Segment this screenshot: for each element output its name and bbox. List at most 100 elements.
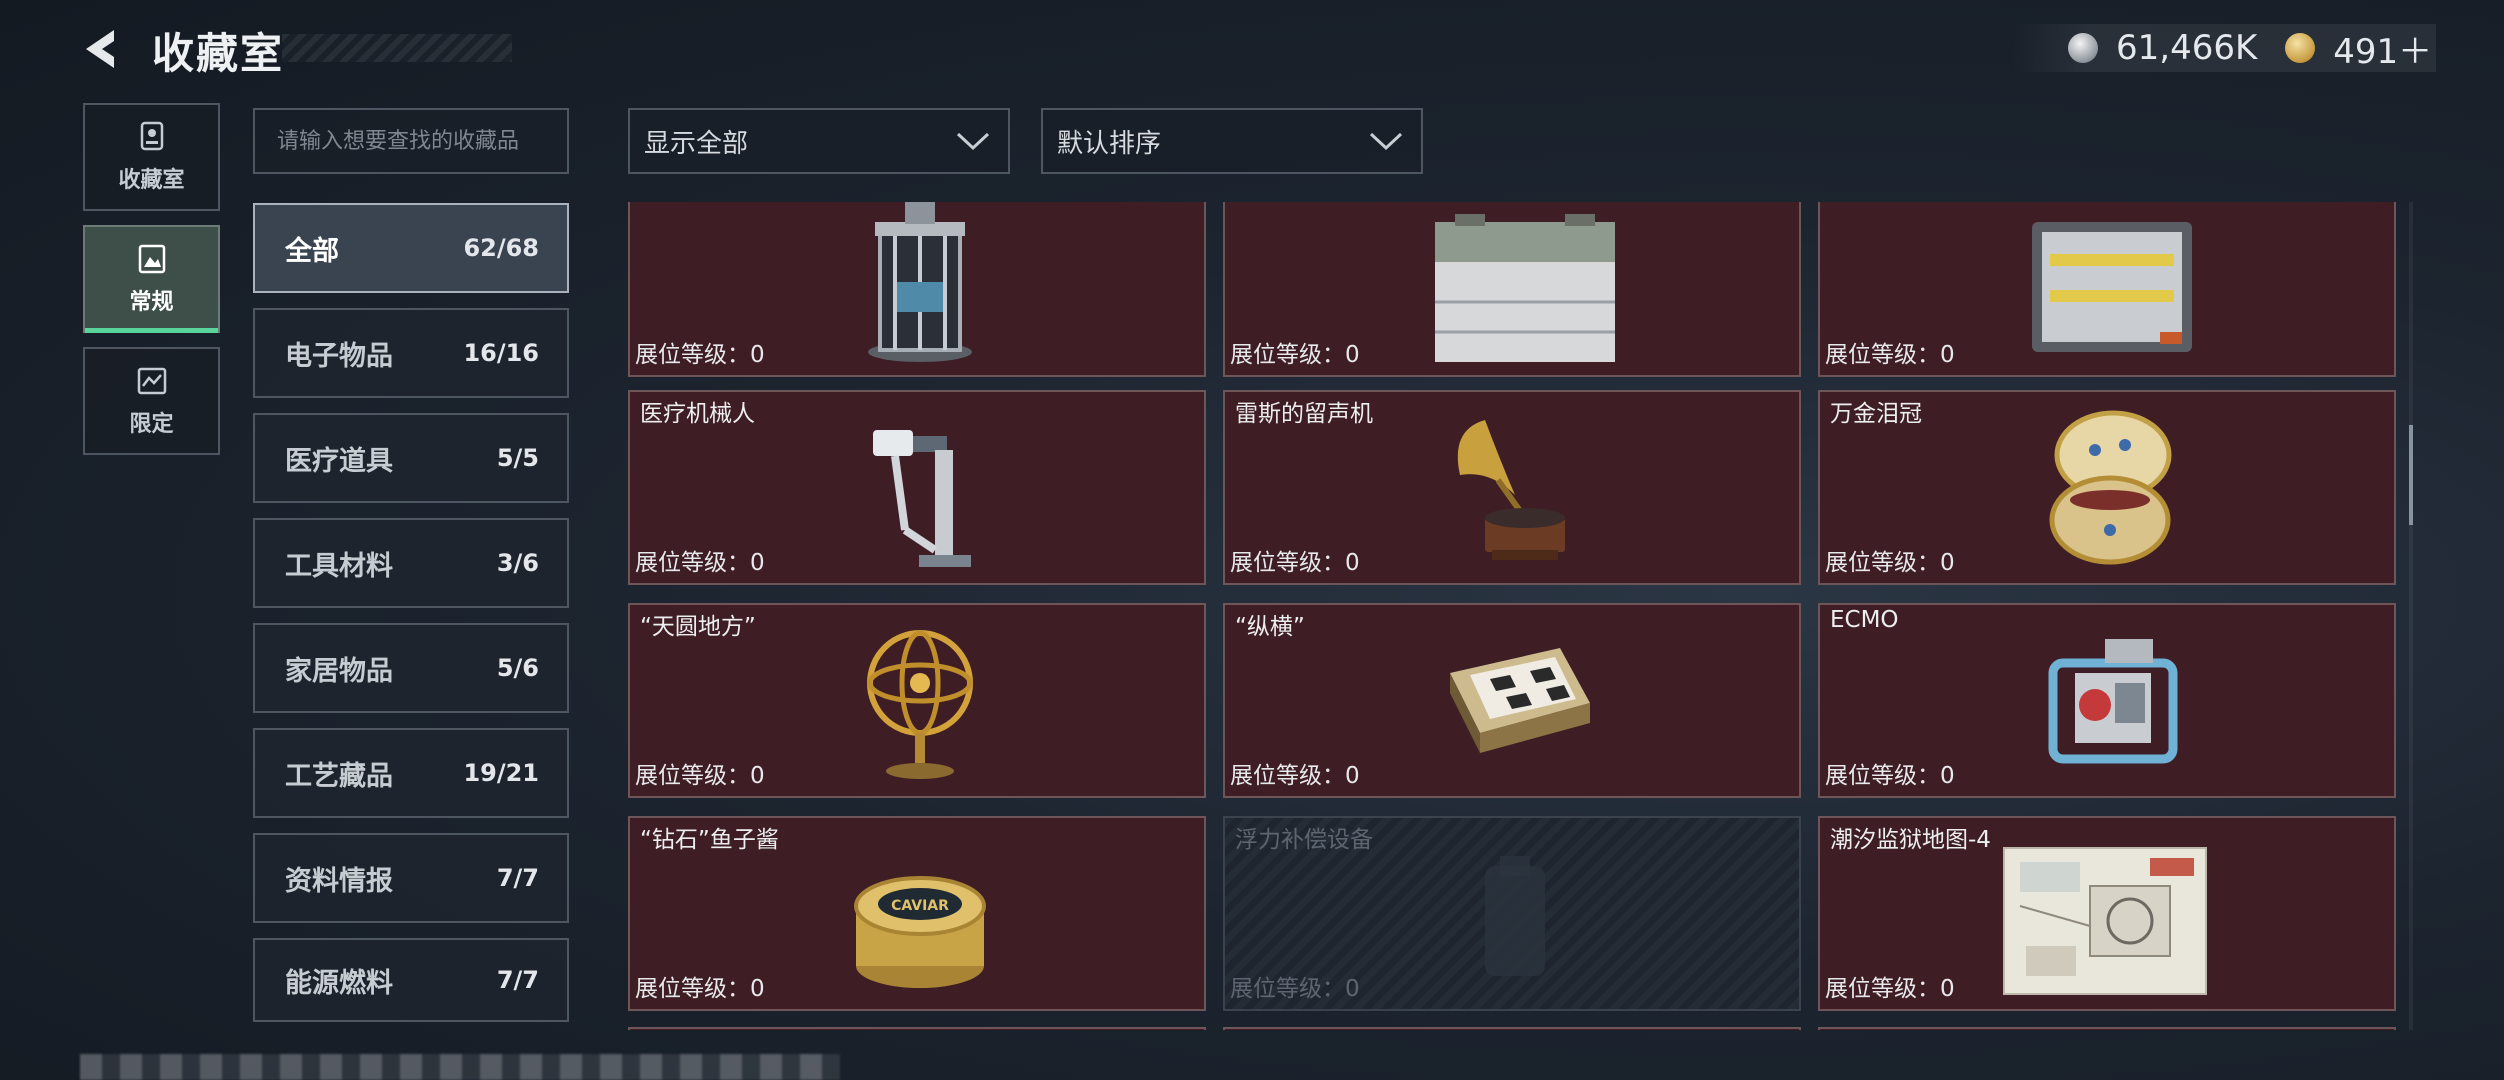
category-count: 3/6	[496, 549, 539, 577]
item-name: 雷斯的留声机	[1235, 401, 1373, 427]
item-name: 医疗机械人	[640, 401, 755, 427]
filter-dropdown-label: 显示全部	[644, 128, 749, 159]
category-count: 19/21	[463, 759, 539, 787]
chevron-down-icon	[1369, 132, 1403, 151]
gramophone-icon	[1457, 420, 1565, 560]
scrollbar-track[interactable]	[2409, 202, 2413, 1030]
category-name: 资料情报	[285, 865, 393, 897]
category-count: 7/7	[496, 966, 539, 994]
item-level: 展位等级：0	[1230, 342, 1360, 368]
back-button[interactable]	[80, 26, 126, 72]
category-name: 工艺藏品	[285, 760, 393, 792]
medical-robot-icon	[873, 430, 971, 567]
category-count: 62/68	[463, 234, 539, 262]
item-name: “钻石”鱼子酱	[640, 827, 779, 853]
ecmo-machine-icon	[2048, 639, 2178, 764]
category-crafts[interactable]: 工艺藏品 19/21	[253, 728, 569, 818]
category-name: 工具材料	[285, 550, 393, 582]
blurred-footer	[80, 1054, 840, 1080]
filter-dropdown[interactable]: 显示全部	[628, 108, 1010, 174]
category-name: 能源燃料	[285, 967, 393, 999]
collection-card[interactable]: “天圆地方” 展位等级：0	[628, 603, 1206, 798]
caviar-tin-icon: CAVIAR	[854, 876, 986, 988]
item-level: 展位等级：0	[1230, 550, 1360, 576]
category-medical[interactable]: 医疗道具 5/5	[253, 413, 569, 503]
collection-card-partial[interactable]	[1818, 1027, 2396, 1030]
item-name: ECMO	[1830, 607, 1899, 633]
category-name: 全部	[285, 235, 339, 267]
category-name: 电子物品	[285, 340, 393, 372]
item-level: 展位等级：0	[635, 976, 765, 1002]
battery-unit-icon	[1435, 214, 1615, 362]
item-level: 展位等级：0	[1230, 763, 1360, 789]
collection-card[interactable]: 万金泪冠 展位等级：0	[1818, 390, 2396, 585]
scrollbar-thumb[interactable]	[2409, 425, 2413, 525]
collection-card[interactable]: 雷斯的留声机 展位等级：0	[1223, 390, 1801, 585]
nav-collection-room[interactable]: 收藏室	[83, 103, 220, 211]
caviar-label: CAVIAR	[891, 898, 949, 914]
page-title: 收藏室	[152, 29, 285, 78]
chessboard-icon	[1450, 648, 1590, 753]
reactor-core-icon	[868, 202, 972, 362]
category-count: 7/7	[496, 864, 539, 892]
search-input[interactable]	[253, 108, 569, 174]
category-name: 医疗道具	[285, 445, 393, 477]
item-level: 展位等级：0	[1825, 550, 1955, 576]
item-name: “天圆地方”	[640, 614, 756, 640]
currency-gold-value[interactable]: 491＋	[2333, 24, 2432, 73]
back-arrow-icon	[86, 30, 114, 68]
armillary-sphere-icon	[867, 630, 973, 779]
collection-card[interactable]: 展位等级：0	[1223, 202, 1801, 377]
item-level: 展位等级：0	[1230, 976, 1360, 1002]
currency-bar: 61,466K 491＋	[2012, 24, 2436, 72]
collection-card[interactable]: 展位等级：0	[1818, 202, 2396, 377]
item-level: 展位等级：0	[1825, 763, 1955, 789]
collection-card[interactable]: 医疗机械人 展位等级：0	[628, 390, 1206, 585]
category-count: 5/5	[496, 444, 539, 472]
title-decoration	[282, 34, 512, 62]
nav-label: 常规	[129, 290, 174, 315]
item-level: 展位等级：0	[635, 550, 765, 576]
category-all[interactable]: 全部 62/68	[253, 203, 569, 293]
gallery-icon	[138, 244, 165, 274]
collection-card[interactable]: “纵横” 展位等级：0	[1223, 603, 1801, 798]
category-household[interactable]: 家居物品 5/6	[253, 623, 569, 713]
collection-card-partial[interactable]	[1223, 1027, 1801, 1030]
map-sheet-icon	[2003, 847, 2207, 995]
category-intel[interactable]: 资料情报 7/7	[253, 833, 569, 923]
collection-card-partial[interactable]	[628, 1027, 1206, 1030]
nav-label: 收藏室	[118, 168, 185, 193]
item-level: 展位等级：0	[635, 763, 765, 789]
item-level: 展位等级：0	[635, 342, 765, 368]
collection-card[interactable]: 展位等级：0	[628, 202, 1206, 377]
collection-card[interactable]: “钻石”鱼子酱 CAVIAR 展位等级：0	[628, 816, 1206, 1011]
item-name: “纵横”	[1235, 614, 1305, 640]
nav-regular[interactable]: 常规	[83, 225, 220, 333]
item-name: 潮汐监狱地图-4	[1830, 827, 1991, 853]
category-name: 家居物品	[285, 655, 393, 687]
limited-badge-icon	[137, 367, 166, 395]
category-count: 5/6	[496, 654, 539, 682]
category-count: 16/16	[463, 339, 539, 367]
sort-dropdown-label: 默认排序	[1057, 128, 1162, 159]
item-name: 浮力补偿设备	[1235, 827, 1373, 853]
collection-card-locked[interactable]: 浮力补偿设备 展位等级：0	[1223, 816, 1801, 1011]
item-level: 展位等级：0	[1825, 976, 1955, 1002]
nav-label: 限定	[129, 412, 174, 437]
nav-limited[interactable]: 限定	[83, 347, 220, 455]
collection-card[interactable]: 潮汐监狱地图-4 展位等级：0	[1818, 816, 2396, 1011]
category-energy[interactable]: 能源燃料 7/7	[253, 938, 569, 1022]
currency-silver-value: 61,466K	[2116, 28, 2258, 68]
chevron-down-icon	[956, 132, 990, 151]
item-level: 展位等级：0	[1825, 342, 1955, 368]
gold-coin-icon	[2285, 33, 2316, 63]
category-electronics[interactable]: 电子物品 16/16	[253, 308, 569, 398]
silver-coin-icon	[2068, 33, 2098, 63]
sort-dropdown[interactable]: 默认排序	[1041, 108, 1423, 174]
jeweled-egg-icon	[2049, 410, 2172, 565]
item-name: 万金泪冠	[1830, 401, 1922, 427]
trophy-case-icon	[140, 121, 163, 151]
collection-card[interactable]: ECMO 展位等级：0	[1818, 603, 2396, 798]
collection-grid: 展位等级：0 展位等级：0 展位等级：0 医疗机械人 展位等级：0 雷斯的留声机…	[626, 202, 2400, 1030]
category-tools[interactable]: 工具材料 3/6	[253, 518, 569, 608]
